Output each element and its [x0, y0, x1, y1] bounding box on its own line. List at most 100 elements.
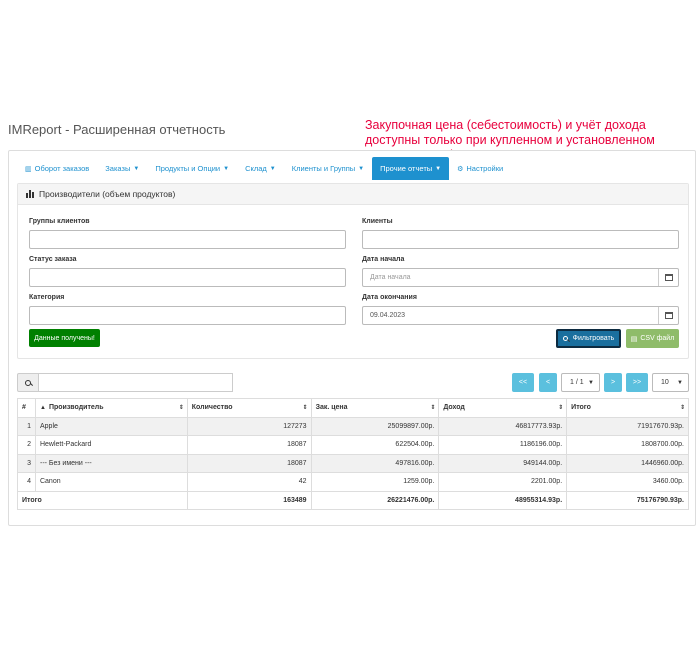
report-title: Производители (объем продуктов)	[39, 189, 176, 199]
row-purchase-price: 1259.00р.	[310, 472, 440, 492]
date-start-label: Дата начала	[362, 256, 405, 263]
customer-groups-input[interactable]	[29, 230, 346, 249]
category-input[interactable]	[29, 306, 346, 325]
per-page-select[interactable]: 10 ▼	[652, 373, 689, 392]
page-title: IMReport - Расширенная отчетность	[8, 122, 226, 137]
row-total: 1446960.00р.	[566, 453, 689, 473]
order-status-label: Статус заказа	[29, 256, 77, 263]
row-quantity: 18087	[186, 453, 312, 473]
caret-down-icon: ▼	[269, 165, 276, 172]
table-row: 4 Canon 42 1259.00р. 2201.00р. 3460.00р.	[17, 472, 689, 492]
nav-item-label: Заказы	[105, 164, 131, 173]
date-end-calendar-button[interactable]	[658, 307, 678, 324]
footer-quantity: 163489	[186, 490, 312, 510]
nav-other-reports[interactable]: Прочие отчеты ▼	[372, 157, 450, 180]
nav-item-label: Настройки	[466, 164, 504, 173]
row-index: 4	[17, 472, 36, 492]
col-header-manufacturer[interactable]: ▲ Производитель ⇕	[34, 398, 188, 418]
nav-customers-groups[interactable]: Клиенты и Группы ▼	[284, 157, 372, 180]
sort-asc-icon: ▲	[39, 405, 46, 412]
row-purchase-price: 497816.00р.	[310, 453, 440, 473]
calendar-icon	[664, 312, 673, 319]
row-income: 949144.00р.	[438, 453, 568, 473]
page-select[interactable]: 1 / 1 ▼	[561, 373, 600, 392]
filter-box: Производители (объем продуктов) Группы к…	[17, 183, 689, 359]
row-purchase-price: 25099897.00р.	[310, 416, 440, 436]
nav-item-label: Склад	[245, 164, 267, 173]
search-icon	[25, 379, 31, 386]
search-icon	[562, 336, 568, 341]
customers-label: Клиенты	[362, 218, 393, 225]
date-end-value: 09.04.2023	[370, 312, 406, 319]
table-row: 2 Hewlett-Packard 18087 622504.00р. 1186…	[17, 435, 689, 455]
date-start-placeholder: Дата начала	[370, 274, 411, 281]
row-manufacturer: Hewlett-Packard	[34, 435, 188, 455]
customers-input[interactable]	[362, 230, 679, 249]
per-page-value: 10	[661, 379, 669, 386]
nav-orders[interactable]: Заказы ▼	[97, 157, 147, 180]
next-page-button[interactable]: >	[604, 373, 622, 392]
nav-item-label: Продукты и Опции	[155, 164, 221, 173]
footer-income: 48955314.93р.	[438, 490, 568, 510]
col-header-total[interactable]: Итого ⇕	[566, 398, 689, 418]
caret-down-icon: ▼	[435, 165, 442, 172]
col-header-index[interactable]: #	[17, 398, 36, 418]
sort-icon: ⇕	[679, 405, 685, 411]
col-header-quantity[interactable]: Количество ⇕	[186, 398, 312, 418]
table-search-input[interactable]	[39, 373, 233, 392]
caret-down-icon: ▼	[223, 165, 230, 172]
nav-item-label: Оборот заказов	[34, 164, 90, 173]
col-header-purchase-price[interactable]: Зак. цена ⇕	[310, 398, 440, 418]
row-index: 3	[17, 453, 36, 473]
sort-icon: ⇕	[430, 405, 436, 411]
nav-warehouse[interactable]: Склад ▼	[237, 157, 284, 180]
first-page-button[interactable]: <<	[512, 373, 534, 392]
report-panel: ▥ Оборот заказов Заказы ▼ Продукты и Опц…	[8, 150, 696, 526]
row-income: 2201.00р.	[438, 472, 568, 492]
nav-order-turnover[interactable]: ▥ Оборот заказов	[17, 157, 97, 180]
data-received-button[interactable]: Данные получены!	[29, 329, 100, 347]
page-select-value: 1 / 1	[570, 379, 584, 386]
footer-label: Итого	[17, 490, 188, 510]
nav-item-label: Клиенты и Группы	[291, 164, 356, 173]
nav-products-options[interactable]: Продукты и Опции ▼	[147, 157, 237, 180]
caret-down-icon: ▼	[358, 165, 365, 172]
row-manufacturer: Apple	[34, 416, 188, 436]
row-total: 3460.00р.	[566, 472, 689, 492]
file-icon: ▤	[630, 335, 638, 343]
gears-icon: ⚙	[457, 165, 464, 173]
date-start-input[interactable]: Дата начала	[362, 268, 679, 287]
footer-total: 75176790.93р.	[566, 490, 689, 510]
manufacturers-table: # ▲ Производитель ⇕ Количество ⇕ Зак. цена ⇕…	[17, 398, 689, 510]
date-start-calendar-button[interactable]	[658, 269, 678, 286]
row-total: 1808700.00р.	[566, 435, 689, 455]
order-status-input[interactable]	[29, 268, 346, 287]
filter-button-label: Фильтровать	[572, 335, 615, 342]
chevron-down-icon: ▼	[677, 380, 683, 386]
row-manufacturer: --- Без имени ---	[34, 453, 188, 473]
filter-button[interactable]: Фильтровать	[556, 329, 621, 348]
report-nav: ▥ Оборот заказов Заказы ▼ Продукты и Опц…	[17, 157, 511, 180]
table-row: 1 Apple 127273 25099897.00р. 46817773.93…	[17, 416, 689, 436]
last-page-button[interactable]: >>	[626, 373, 648, 392]
nav-settings[interactable]: ⚙ Настройки	[449, 157, 511, 180]
report-heading: Производители (объем продуктов)	[18, 184, 688, 205]
table-footer-row: Итого 163489 26221476.00р. 48955314.93р.…	[17, 490, 689, 510]
col-header-income[interactable]: Доход ⇕	[438, 398, 568, 418]
row-income: 46817773.93р.	[438, 416, 568, 436]
table-row: 3 --- Без имени --- 18087 497816.00р. 94…	[17, 453, 689, 473]
csv-button-label: CSV файл	[640, 335, 675, 342]
caret-down-icon: ▼	[133, 165, 140, 172]
row-total: 71917670.93р.	[566, 416, 689, 436]
date-end-label: Дата окончания	[362, 294, 417, 301]
row-index: 2	[17, 435, 36, 455]
date-end-input[interactable]: 09.04.2023	[362, 306, 679, 325]
table-header-row: # ▲ Производитель ⇕ Количество ⇕ Зак. цена ⇕…	[17, 398, 689, 418]
csv-button[interactable]: ▤ CSV файл	[626, 329, 679, 348]
row-quantity: 127273	[186, 416, 312, 436]
sort-icon: ⇕	[178, 405, 184, 411]
customer-groups-label: Группы клиентов	[29, 218, 90, 225]
prev-page-button[interactable]: <	[539, 373, 557, 392]
calendar-icon	[664, 274, 673, 281]
row-income: 1186196.00р.	[438, 435, 568, 455]
